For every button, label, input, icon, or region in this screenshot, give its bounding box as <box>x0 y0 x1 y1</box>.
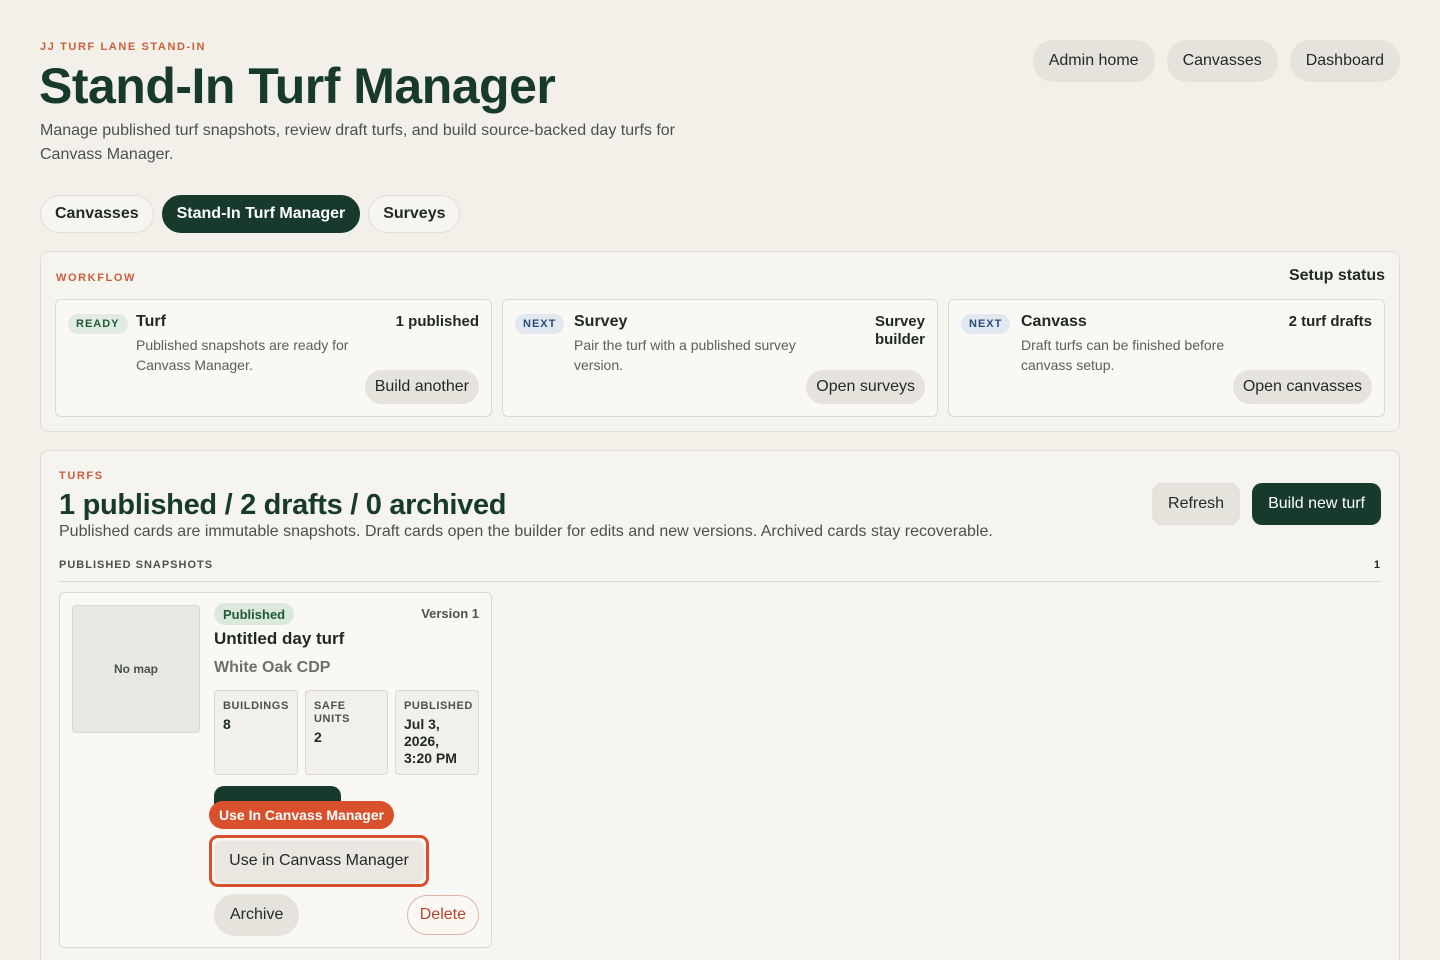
turfs-actions: Refresh Build new turf <box>1152 483 1381 525</box>
published-snapshots-header: PUBLISHED SNAPSHOTS 1 <box>59 559 1381 582</box>
workflow-panel: WORKFLOW Setup status READY Turf Publish… <box>40 251 1400 432</box>
turf-card: No map Published Version 1 Untitled day … <box>59 592 492 948</box>
admin-home-button[interactable]: Admin home <box>1032 40 1155 82</box>
dashboard-button[interactable]: Dashboard <box>1289 40 1400 82</box>
turf-name: Untitled day turf <box>214 629 345 648</box>
turfs-panel: TURFS 1 published / 2 drafts / 0 archive… <box>40 450 1400 960</box>
workflow-card-meta: 2 turf drafts <box>1288 313 1372 330</box>
workflow-card-title: Turf <box>136 313 166 330</box>
stat-value: 2 <box>314 729 322 745</box>
next-badge: NEXT <box>515 314 565 334</box>
version-label: Version 1 <box>421 606 479 621</box>
workflow-card-desc: Published snapshots are ready for Canvas… <box>136 337 349 373</box>
callout-tag: Use In Canvass Manager <box>209 801 394 829</box>
stat-buildings: BUILDINGS 8 <box>214 690 298 775</box>
stat-value: 8 <box>223 716 231 732</box>
turfs-heading: 1 published / 2 drafts / 0 archived <box>59 489 507 521</box>
page-subtitle: Manage published turf snapshots, review … <box>40 122 676 163</box>
tab-stand-in-turf-manager[interactable]: Stand-In Turf Manager <box>161 195 361 233</box>
next-badge: NEXT <box>961 314 1011 334</box>
open-surveys-button[interactable]: Open surveys <box>806 370 925 404</box>
workflow-card-meta: 1 published <box>395 313 479 330</box>
delete-button[interactable]: Delete <box>406 895 479 935</box>
workflow-card-title: Survey <box>574 313 628 330</box>
use-in-canvass-manager-button[interactable]: Use in Canvass Manager <box>215 841 423 881</box>
workflow-label: WORKFLOW <box>56 272 137 284</box>
tab-surveys[interactable]: Surveys <box>368 195 461 233</box>
workflow-card-canvass: NEXT Canvass Draft turfs can be finished… <box>948 299 1385 417</box>
refresh-button[interactable]: Refresh <box>1152 483 1241 525</box>
published-snapshots-count: 1 <box>1373 559 1381 571</box>
tab-canvasses[interactable]: Canvasses <box>40 195 154 233</box>
published-badge: Published <box>214 603 295 625</box>
stat-value: Jul 3, 2026, 3:20 PM <box>404 716 457 766</box>
page-eyebrow: JJ TURF LANE STAND-IN <box>40 41 207 53</box>
section-tabs: Canvasses Stand-In Turf Manager Surveys <box>40 195 461 233</box>
stat-label: BUILDINGS <box>223 700 289 712</box>
turf-place: White Oak CDP <box>214 659 331 676</box>
build-new-turf-button[interactable]: Build new turf <box>1252 483 1381 525</box>
stat-label: PUBLISHED <box>404 700 473 712</box>
canvasses-nav-button[interactable]: Canvasses <box>1166 40 1278 82</box>
stat-safe-units: SAFE UNITS 2 <box>305 690 388 775</box>
ready-badge: READY <box>68 314 128 334</box>
workflow-card-survey: NEXT Survey Pair the turf with a publish… <box>502 299 938 417</box>
stat-label: SAFE UNITS <box>314 700 350 725</box>
open-canvasses-button[interactable]: Open canvasses <box>1232 370 1372 404</box>
turfs-label: TURFS <box>59 470 104 482</box>
published-snapshots-label: PUBLISHED SNAPSHOTS <box>59 559 214 571</box>
turfs-description: Published cards are immutable snapshots.… <box>59 523 993 540</box>
map-thumbnail: No map <box>72 605 200 733</box>
archive-button[interactable]: Archive <box>214 894 300 936</box>
workflow-card-turf: READY Turf Published snapshots are ready… <box>55 299 492 417</box>
workflow-card-desc: Pair the turf with a published survey ve… <box>574 337 796 373</box>
top-nav: Admin home Canvasses Dashboard <box>1032 40 1400 82</box>
no-map-label: No map <box>113 662 158 676</box>
workflow-card-meta: Survey builder <box>874 313 925 348</box>
workflow-card-title: Canvass <box>1021 313 1087 330</box>
build-another-button[interactable]: Build another <box>364 370 479 404</box>
setup-status-heading: Setup status <box>1288 267 1385 284</box>
workflow-card-desc: Draft turfs can be finished before canva… <box>1021 337 1225 373</box>
stat-published: PUBLISHED Jul 3, 2026, 3:20 PM <box>395 690 479 775</box>
page-title: Stand-In Turf Manager <box>39 58 556 114</box>
